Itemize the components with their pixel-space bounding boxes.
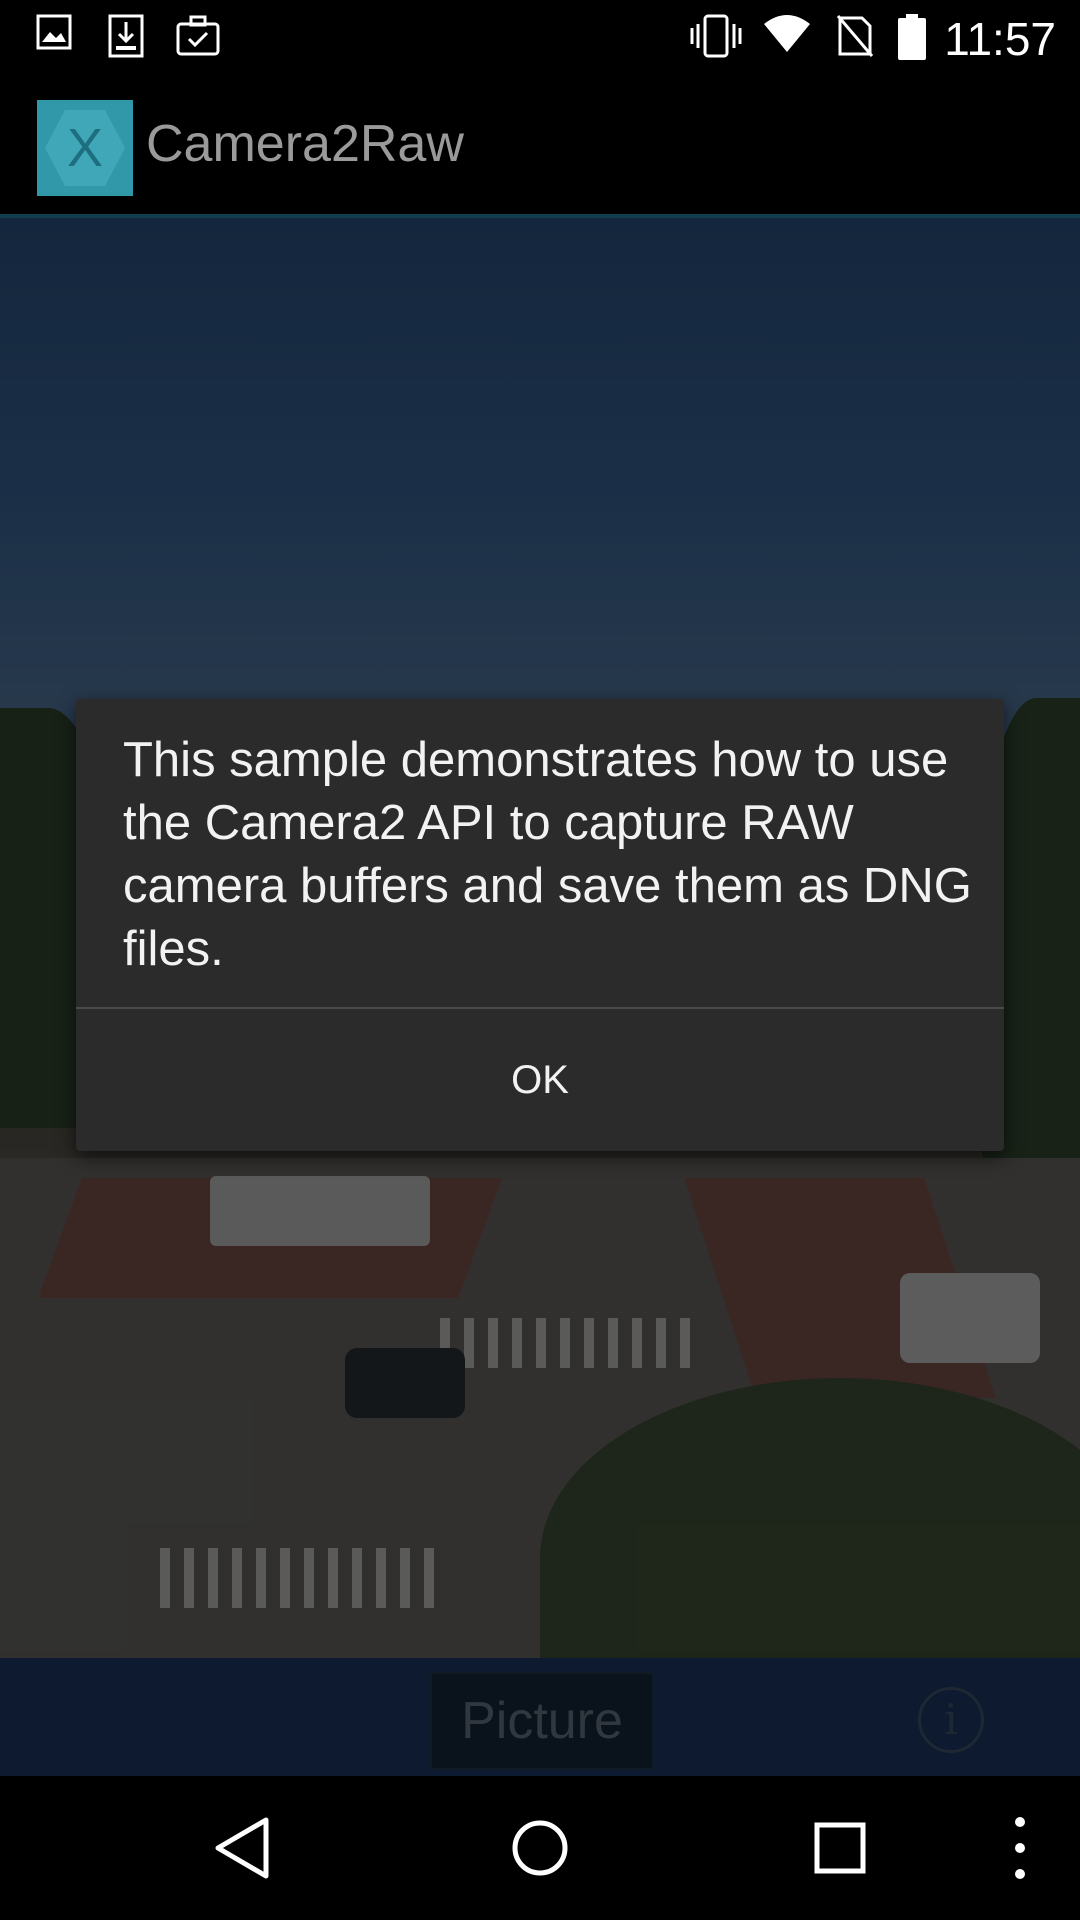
navigation-bar (0, 1776, 1080, 1920)
svg-text:X: X (67, 118, 103, 178)
status-bar: 11:57 (0, 0, 1080, 76)
battery-icon (898, 14, 926, 60)
app-logo-icon: X (37, 100, 133, 196)
wifi-icon (764, 15, 810, 52)
home-icon[interactable] (510, 1816, 570, 1880)
dialog-message: This sample demonstrates how to use the … (123, 733, 972, 976)
action-bar: X Camera2Raw (0, 76, 1080, 218)
back-icon[interactable] (212, 1816, 272, 1880)
no-sim-icon (836, 15, 874, 57)
image-notification-icon (36, 14, 72, 50)
status-time: 11:57 (944, 13, 1056, 65)
ok-button[interactable]: OK (76, 1009, 1004, 1151)
download-notification-icon (108, 14, 144, 58)
intro-dialog: This sample demonstrates how to use the … (76, 699, 1004, 1151)
app-title: Camera2Raw (146, 115, 464, 173)
briefcase-notification-icon (176, 15, 220, 56)
overflow-menu-icon[interactable] (1008, 1816, 1032, 1880)
recents-icon[interactable] (812, 1816, 868, 1880)
vibrate-icon (690, 14, 742, 58)
